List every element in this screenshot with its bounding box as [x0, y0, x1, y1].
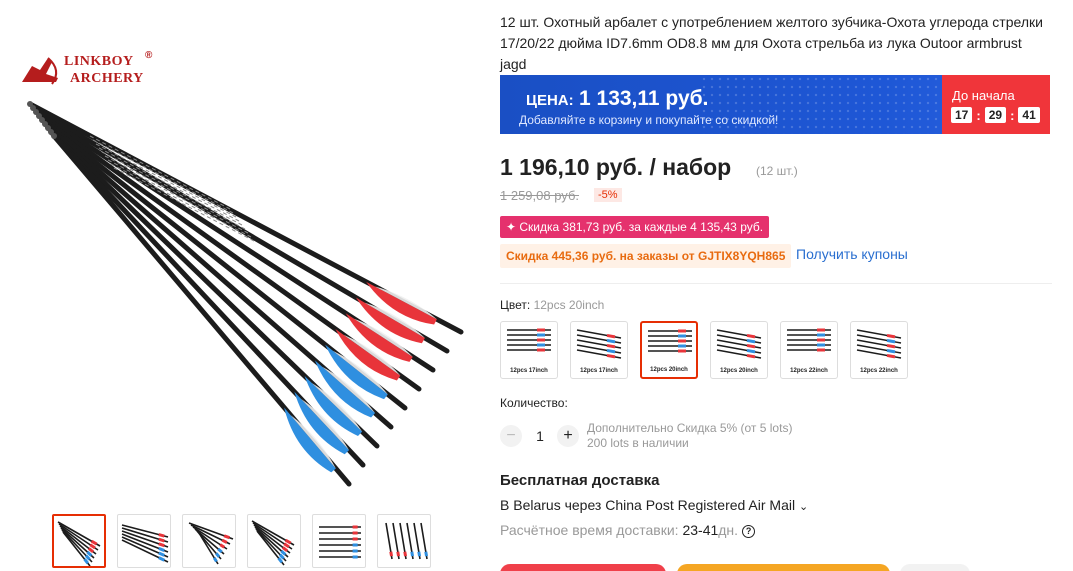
- chevron-down-icon: ⌄: [799, 501, 809, 513]
- countdown: До начала 17 : 29 : 41: [942, 75, 1050, 134]
- add-to-cart-button[interactable]: [677, 564, 890, 571]
- promo-subtitle: Добавляйте в корзину и покупайте со скид…: [519, 113, 779, 127]
- variant-caption: 12pcs 22inch: [860, 368, 898, 374]
- arrow-shaft: [48, 129, 366, 468]
- thumbnail-2[interactable]: [117, 514, 171, 568]
- color-variant-2[interactable]: 12pcs 17inch: [570, 321, 628, 379]
- variant-caption: 12pcs 22inch: [790, 368, 828, 374]
- current-price: 1 196,10 руб. / набор: [500, 154, 732, 180]
- countdown-minutes: 29: [984, 107, 1007, 123]
- arrow-shaft: [42, 121, 394, 430]
- shipping-destination[interactable]: В Belarus через China Post Registered Ai…: [500, 497, 808, 513]
- quantity-increase-button[interactable]: +: [557, 425, 579, 447]
- thumbnail-6[interactable]: [377, 514, 431, 568]
- quantity-decrease-button[interactable]: −: [500, 425, 522, 447]
- color-variant-4[interactable]: 12pcs 20inch: [710, 321, 768, 379]
- promo-price: 1 133,11 руб.: [579, 87, 709, 110]
- variant-caption: 12pcs 17inch: [580, 368, 618, 374]
- shipping-title: Бесплатная доставка: [500, 472, 660, 489]
- discount-percent-badge: -5%: [594, 188, 622, 202]
- color-variant-5[interactable]: 12pcs 22inch: [780, 321, 838, 379]
- product-title: 12 шт. Охотный арбалет с употреблением ж…: [500, 14, 1043, 72]
- countdown-hours: 17: [951, 107, 973, 123]
- arrow-shaft: [33, 109, 436, 373]
- arrow-shaft: [45, 125, 380, 449]
- promo-banner: ЦЕНА: 1 133,11 руб. Добавляйте в корзину…: [500, 75, 1050, 134]
- brand-logo: LINKBOY ARCHERY ®: [18, 50, 158, 92]
- variant-caption: 12pcs 17inch: [510, 368, 548, 374]
- delivery-time: Расчётное время доставки: 23-41дн.?: [500, 522, 756, 538]
- archer-logo-icon: [22, 57, 58, 85]
- color-variants: 12pcs 17inch 12pcs 17inch 12pcs 20inch 12pc…: [500, 321, 908, 379]
- thumbnail-4[interactable]: [247, 514, 301, 568]
- unit-count: (12 шт.): [756, 164, 798, 178]
- bulk-discount-info: Дополнительно Скидка 5% (от 5 lots): [587, 421, 793, 435]
- help-icon[interactable]: ?: [742, 525, 756, 538]
- logo-line1: LINKBOY: [64, 54, 134, 69]
- variant-caption: 12pcs 20inch: [650, 367, 688, 373]
- thumbnail-3[interactable]: [182, 514, 236, 568]
- promo-price-label: ЦЕНА:: [526, 92, 574, 109]
- delivery-time-value: 23-41: [682, 522, 719, 538]
- coupon-discount-badge[interactable]: Скидка 445,36 руб. на заказы от GJTIX8YQ…: [500, 244, 792, 268]
- old-price: 1 259,08 руб.: [500, 188, 580, 203]
- countdown-seconds: 41: [1018, 107, 1040, 123]
- product-main-image[interactable]: [16, 40, 468, 495]
- color-variant-6[interactable]: 12pcs 22inch: [850, 321, 908, 379]
- thumbnail-1[interactable]: [52, 514, 106, 568]
- store-discount-badge[interactable]: ✦ Скидка 381,73 руб. за каждые 4 135,43 …: [500, 216, 770, 238]
- selected-color: 12pcs 20inch: [533, 298, 605, 312]
- divider: [500, 283, 1052, 284]
- buy-now-button[interactable]: [500, 564, 666, 571]
- quantity-label: Количество:: [500, 396, 568, 410]
- color-variant-3[interactable]: 12pcs 20inch: [640, 321, 698, 379]
- arrows-photo: [27, 101, 464, 487]
- color-variant-1[interactable]: 12pcs 17inch: [500, 321, 558, 379]
- arrow-shaft: [39, 117, 408, 411]
- registered-mark: ®: [145, 50, 153, 61]
- thumbnail-5[interactable]: [312, 514, 366, 568]
- variant-caption: 12pcs 20inch: [720, 368, 758, 374]
- quantity-value[interactable]: 1: [533, 428, 547, 444]
- thumbnail-strip: [52, 514, 431, 568]
- countdown-timer: 17 : 29 : 41: [951, 107, 1040, 123]
- stock-info: 200 lots в наличии: [587, 436, 689, 450]
- logo-line2: ARCHERY: [70, 71, 144, 86]
- color-label: Цвет: 12pcs 20inch: [500, 298, 605, 312]
- arrow-shaft: [36, 113, 422, 392]
- wishlist-button[interactable]: [900, 564, 970, 571]
- get-coupons-link[interactable]: Получить купоны: [796, 246, 908, 262]
- countdown-label: До начала: [952, 88, 1015, 103]
